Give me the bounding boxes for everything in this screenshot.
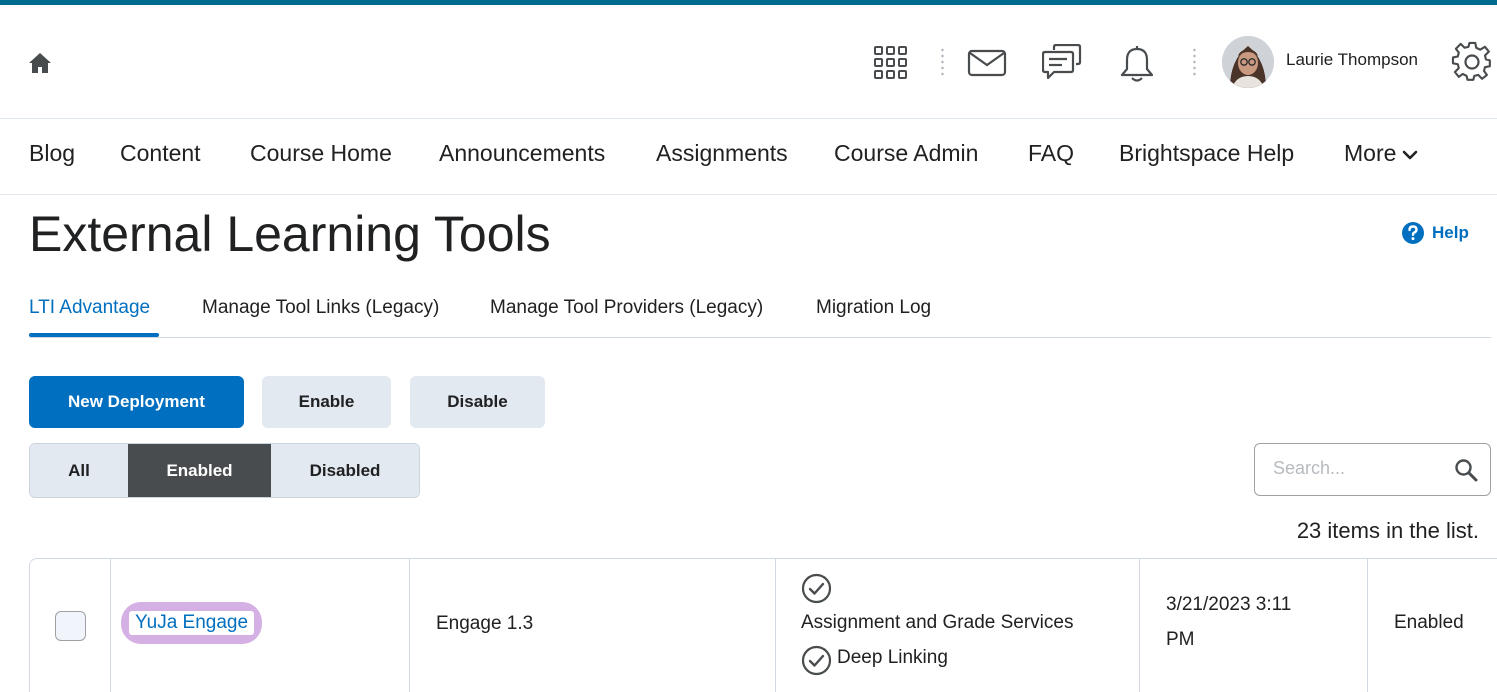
date-cell: 3/21/2023 3:11 PM bbox=[1140, 559, 1368, 692]
disable-button[interactable]: Disable bbox=[410, 376, 545, 428]
filter-disabled[interactable]: Disabled bbox=[271, 444, 419, 497]
help-icon bbox=[1402, 222, 1424, 244]
date-line-1: 3/21/2023 3:11 bbox=[1166, 594, 1292, 615]
nav-assignments[interactable]: Assignments bbox=[656, 140, 788, 167]
search-placeholder: Search... bbox=[1273, 458, 1346, 478]
new-deployment-button[interactable]: New Deployment bbox=[29, 376, 244, 428]
filter-enabled[interactable]: Enabled bbox=[128, 444, 271, 497]
header-separator bbox=[1193, 47, 1196, 77]
page-title: External Learning Tools bbox=[29, 206, 551, 262]
user-avatar[interactable] bbox=[1222, 36, 1274, 88]
status-text: Enabled bbox=[1394, 612, 1464, 633]
filter-all[interactable]: All bbox=[30, 444, 128, 497]
gear-icon[interactable] bbox=[1451, 41, 1493, 83]
date-line-2: PM bbox=[1166, 629, 1195, 650]
row-checkbox[interactable] bbox=[55, 611, 86, 641]
status-cell: Enabled bbox=[1368, 559, 1497, 692]
help-link[interactable]: Help bbox=[1401, 221, 1469, 245]
tab-lti-advantage[interactable]: LTI Advantage bbox=[29, 297, 150, 319]
tool-version: Engage 1.3 bbox=[436, 613, 534, 634]
tab-migration-log[interactable]: Migration Log bbox=[816, 297, 931, 319]
search-input[interactable]: Search... bbox=[1254, 443, 1491, 496]
chevron-down-icon bbox=[1403, 150, 1418, 160]
enable-button[interactable]: Enable bbox=[262, 376, 391, 428]
header-separator bbox=[941, 47, 944, 77]
check-circle-icon bbox=[801, 573, 832, 604]
course-navbar: Blog Content Course Home Announcements A… bbox=[0, 120, 1497, 195]
nav-blog[interactable]: Blog bbox=[29, 140, 75, 167]
service-assignment-grade: Assignment and Grade Services bbox=[801, 612, 1074, 633]
nav-more-label: More bbox=[1344, 140, 1397, 166]
home-icon[interactable] bbox=[28, 52, 52, 74]
nav-more[interactable]: More bbox=[1344, 140, 1418, 167]
mail-icon[interactable] bbox=[967, 43, 1007, 83]
search-icon[interactable] bbox=[1454, 458, 1478, 482]
active-tab-indicator bbox=[29, 333, 159, 337]
nav-course-home[interactable]: Course Home bbox=[250, 140, 392, 167]
deployments-table: YuJa Engage Engage 1.3 Assignment and Gr… bbox=[29, 558, 1497, 692]
nav-announcements[interactable]: Announcements bbox=[439, 140, 605, 167]
items-count: 23 items in the list. bbox=[1296, 518, 1479, 543]
nav-brightspace-help[interactable]: Brightspace Help bbox=[1119, 140, 1294, 167]
tab-manage-tool-providers[interactable]: Manage Tool Providers (Legacy) bbox=[490, 297, 763, 319]
name-cell: YuJa Engage bbox=[111, 559, 410, 692]
user-name[interactable]: Laurie Thompson bbox=[1286, 50, 1418, 70]
nav-course-admin[interactable]: Course Admin bbox=[834, 140, 978, 167]
status-filter: All Enabled Disabled bbox=[29, 443, 420, 498]
service-deep-linking: Deep Linking bbox=[837, 647, 948, 668]
check-circle-icon bbox=[801, 645, 832, 676]
waffle-menu-icon[interactable] bbox=[871, 43, 911, 83]
help-label: Help bbox=[1432, 223, 1469, 242]
tab-manage-tool-links[interactable]: Manage Tool Links (Legacy) bbox=[202, 297, 439, 319]
tab-bar: LTI Advantage Manage Tool Links (Legacy)… bbox=[29, 290, 1491, 338]
nav-content[interactable]: Content bbox=[120, 140, 201, 167]
select-cell bbox=[30, 559, 111, 692]
tool-name-link[interactable]: YuJa Engage bbox=[129, 611, 255, 635]
chat-icon[interactable] bbox=[1042, 43, 1082, 83]
header: Laurie Thompson bbox=[0, 5, 1497, 119]
version-cell: Engage 1.3 bbox=[410, 559, 776, 692]
focus-highlight: YuJa Engage bbox=[121, 602, 263, 644]
bell-icon[interactable] bbox=[1117, 43, 1157, 83]
nav-faq[interactable]: FAQ bbox=[1028, 140, 1074, 167]
services-cell: Assignment and Grade Services Deep Linki… bbox=[776, 559, 1140, 692]
